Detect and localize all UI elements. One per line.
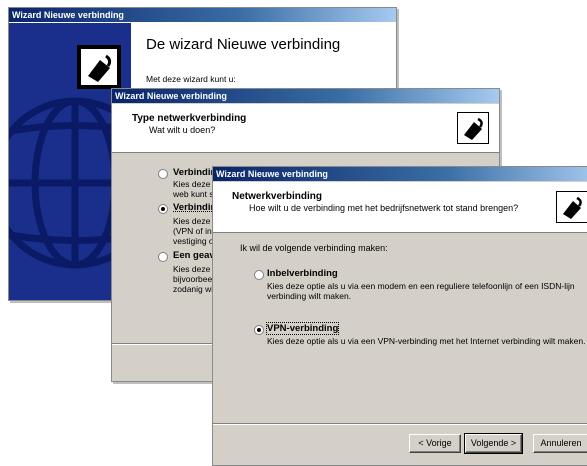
radio-option-1[interactable] (158, 169, 168, 179)
header-subtitle: Wat wilt u doen? (149, 125, 216, 135)
network-connection-icon (556, 191, 587, 223)
next-button[interactable]: Volgende > (464, 433, 523, 454)
dialup-option-label[interactable]: Inbelverbinding (267, 268, 338, 279)
option-1-label[interactable]: Verbindin (173, 167, 216, 178)
option-2-label[interactable]: Verbindin (173, 202, 216, 213)
window-title-bar: Wizard Nieuwe verbinding (9, 8, 396, 22)
option-3-desc-line3: zodanig wilt (173, 284, 213, 294)
option-2-desc-line2: (VPN of inb (173, 226, 213, 236)
cancel-button[interactable]: Annuleren (533, 434, 587, 453)
wizard-header: Netwerkverbinding Hoe wilt u de verbindi… (213, 182, 587, 233)
option-3-desc-line1: Kies deze c (173, 264, 213, 274)
choice-prompt: Ik wil de volgende verbinding maken: (240, 243, 388, 253)
wizard-header: Type netwerkverbinding Wat wilt u doen? (112, 104, 499, 153)
vpn-option-desc: Kies deze optie als u via een VPN-verbin… (267, 336, 586, 346)
window-title-bar: Wizard Nieuwe verbinding (112, 89, 499, 103)
header-subtitle: Hoe wilt u de verbinding met het bedrijf… (249, 203, 519, 213)
radio-vpn[interactable] (254, 325, 264, 335)
radio-dialup[interactable] (254, 270, 264, 280)
option-1-desc-line1: Kies deze c (173, 179, 213, 189)
dialup-option-desc: Kies deze optie als u via een modem en e… (267, 281, 575, 301)
welcome-intro-text: Met deze wizard kunt u: (146, 74, 236, 84)
network-connection-icon (457, 112, 489, 144)
radio-option-3[interactable] (158, 252, 168, 262)
header-title: Type netwerkverbinding (132, 113, 247, 124)
option-3-desc-line2: bijvoorbeel (173, 274, 213, 284)
radio-option-2[interactable] (158, 204, 168, 214)
option-3-label[interactable]: Een geav (173, 250, 215, 261)
option-1-desc-line2: web kunt s (173, 189, 213, 199)
option-2-desc-line1: Kies deze c (173, 216, 213, 226)
window-title-bar: Wizard Nieuwe verbinding (213, 167, 587, 181)
welcome-heading: De wizard Nieuwe verbinding (146, 36, 341, 53)
option-2-desc-line3: vestiging of (173, 236, 213, 246)
button-separator (213, 423, 587, 425)
network-connection-icon (77, 45, 121, 89)
header-title: Netwerkverbinding (232, 191, 323, 202)
wizard-window-network-connection: Wizard Nieuwe verbinding Netwerkverbindi… (212, 166, 587, 466)
vpn-option-label[interactable]: VPN-verbinding (265, 322, 340, 335)
back-button[interactable]: < Vorige (409, 434, 461, 453)
